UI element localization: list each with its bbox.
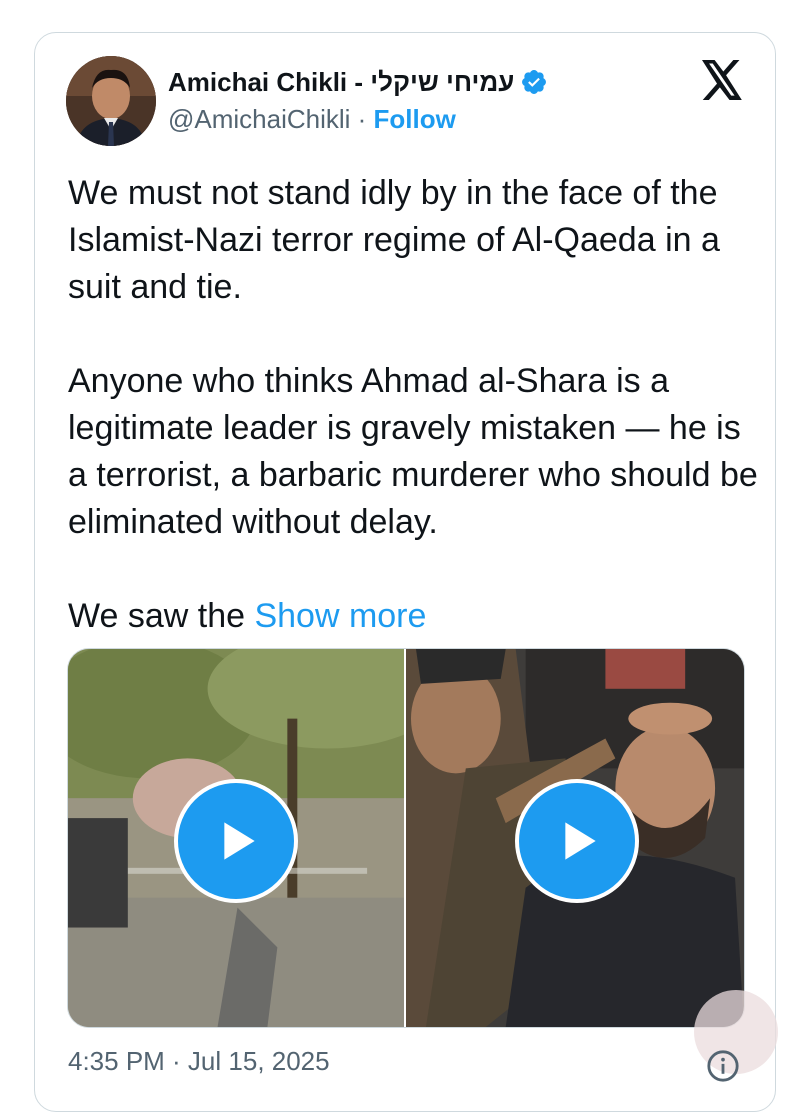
tweet-paragraph: Anyone who thinks Ahmad al-Shara is a le… [68, 362, 758, 541]
avatar[interactable] [66, 56, 156, 146]
tweet-timestamp[interactable]: 4:35 PM · Jul 15, 2025 [68, 1046, 330, 1077]
author-handle[interactable]: @AmichaiChikli [168, 104, 350, 134]
show-more-link[interactable]: Show more [254, 597, 426, 635]
author-display-name[interactable]: Amichai Chikli - עמיחי שיקלי [168, 67, 514, 98]
video-thumbnail[interactable] [68, 649, 404, 1027]
media-grid [67, 648, 745, 1028]
handle-separator: · [350, 104, 374, 134]
info-icon[interactable] [706, 1049, 740, 1083]
play-button[interactable] [515, 779, 639, 903]
tweet-text: We must not stand idly by in the face of… [68, 170, 758, 687]
x-logo-icon[interactable] [700, 60, 744, 100]
video-thumbnail[interactable] [406, 649, 744, 1027]
play-icon [224, 822, 255, 860]
tweet-paragraph-truncated: We saw the Show more [68, 593, 758, 640]
tweet-paragraph: We must not stand idly by in the face of… [68, 174, 720, 306]
verified-badge-icon [522, 70, 547, 94]
play-button[interactable] [174, 779, 298, 903]
truncated-text: We saw the [68, 597, 255, 635]
author-handle-row: @AmichaiChikli · Follow [168, 104, 456, 135]
play-icon [565, 822, 596, 860]
author-name-row[interactable]: Amichai Chikli - עמיחי שיקלי [168, 64, 548, 100]
follow-button[interactable]: Follow [374, 104, 456, 134]
